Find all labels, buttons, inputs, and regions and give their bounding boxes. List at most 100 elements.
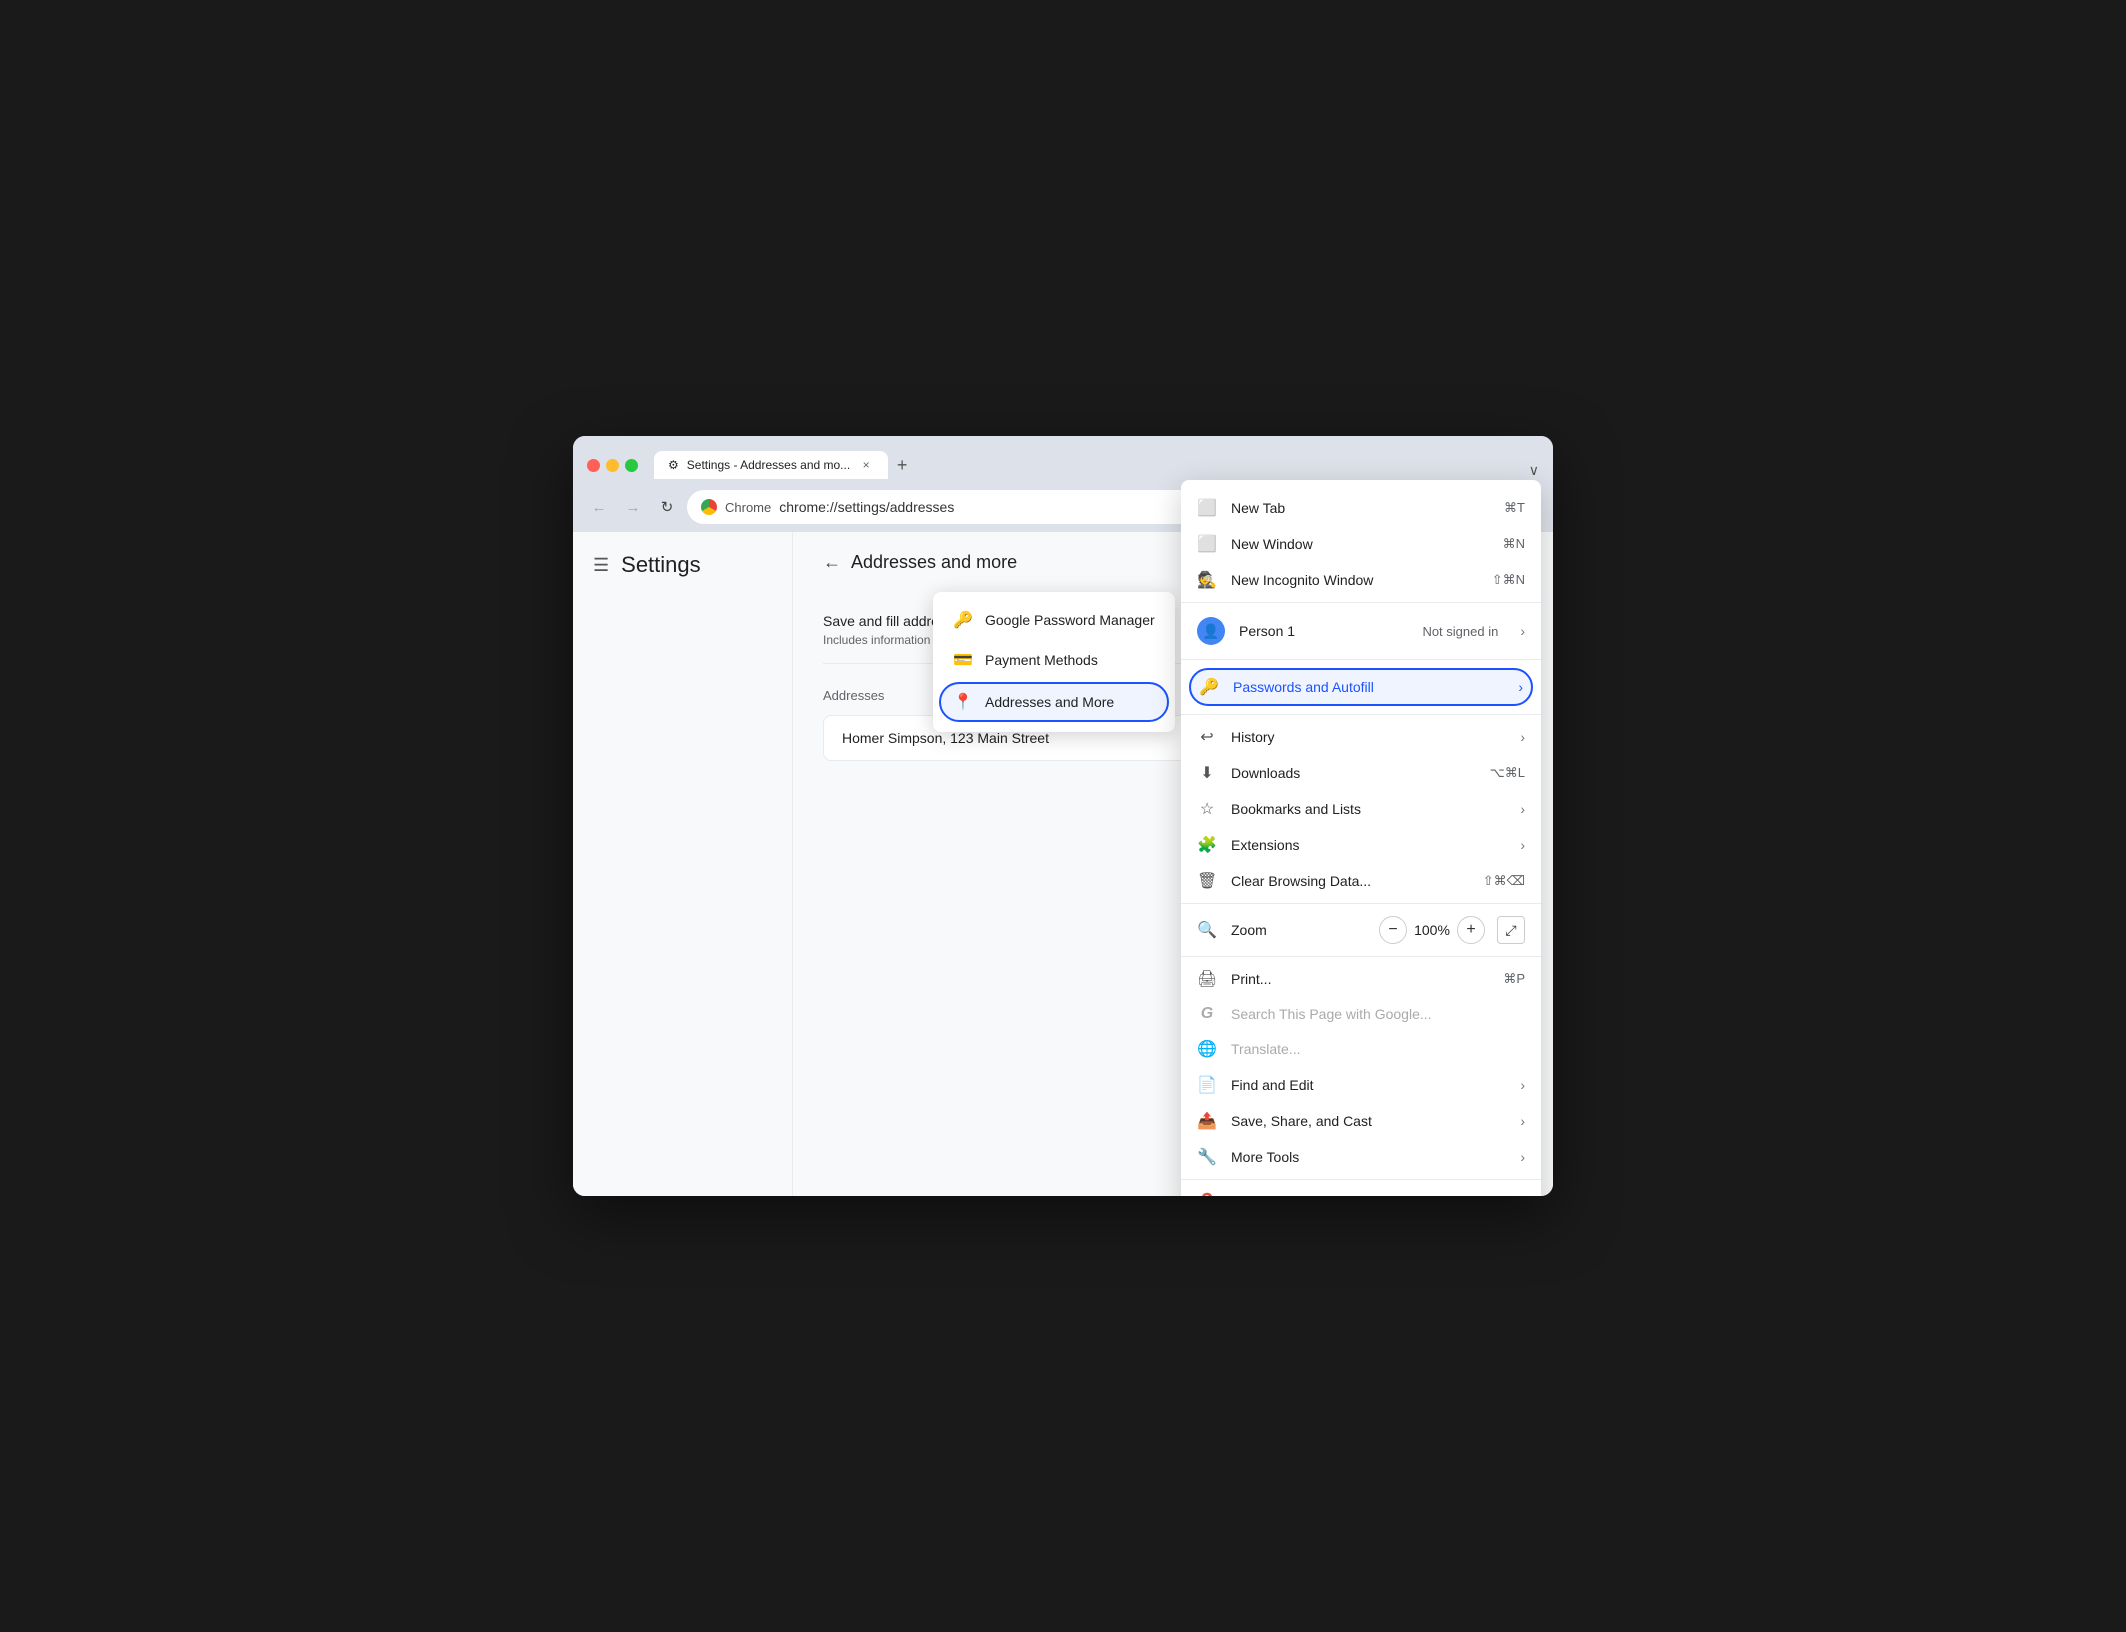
menu-item-find-edit[interactable]: 📄 Find and Edit ›	[1181, 1067, 1541, 1103]
menu-item-translate: 🌐 Translate...	[1181, 1031, 1541, 1067]
more-tools-icon: 🔧	[1197, 1147, 1217, 1167]
bookmarks-arrow-icon: ›	[1520, 801, 1525, 817]
menu-section-help: ❓ Help › ⚙ Settings ⌘,	[1181, 1180, 1541, 1196]
card-icon: 💳	[953, 650, 971, 670]
submenu-item-google-password-manager[interactable]: 🔑 Google Password Manager	[933, 600, 1175, 640]
menu-item-extensions[interactable]: 🧩 Extensions ›	[1181, 827, 1541, 863]
title-bar: ⚙ Settings - Addresses and mo... × + ∨	[573, 436, 1553, 484]
clear-browsing-label: Clear Browsing Data...	[1231, 873, 1469, 889]
menu-item-new-window[interactable]: ⬜ New Window ⌘N	[1181, 526, 1541, 562]
new-window-icon: ⬜	[1197, 534, 1217, 554]
menu-item-more-tools[interactable]: 🔧 More Tools ›	[1181, 1139, 1541, 1175]
menu-item-bookmarks[interactable]: ☆ Bookmarks and Lists ›	[1181, 791, 1541, 827]
find-edit-label: Find and Edit	[1231, 1077, 1506, 1093]
menu-item-new-tab[interactable]: ⬜ New Tab ⌘T	[1181, 490, 1541, 526]
menu-item-downloads[interactable]: ⬇ Downloads ⌥⌘L	[1181, 755, 1541, 791]
new-incognito-label: New Incognito Window	[1231, 572, 1478, 588]
menu-item-help[interactable]: ❓ Help ›	[1181, 1184, 1541, 1196]
zoom-icon: 🔍	[1197, 920, 1217, 940]
history-label: History	[1231, 729, 1506, 745]
new-incognito-shortcut: ⇧⌘N	[1492, 572, 1525, 588]
hamburger-icon[interactable]: ☰	[593, 555, 609, 576]
new-window-shortcut: ⌘N	[1503, 536, 1525, 552]
menu-item-clear-browsing[interactable]: 🗑 Clear Browsing Data... ⇧⌘⌫	[1181, 863, 1541, 899]
reload-button[interactable]: ↻	[653, 493, 681, 521]
new-tab-icon: ⬜	[1197, 498, 1217, 518]
menu-item-save-share[interactable]: 📤 Save, Share, and Cast ›	[1181, 1103, 1541, 1139]
minimize-button[interactable]	[606, 459, 619, 472]
more-tools-arrow-icon: ›	[1520, 1149, 1525, 1165]
menu-item-passwords-autofill[interactable]: 🔑 Passwords and Autofill ›	[1189, 668, 1533, 706]
zoom-minus-button[interactable]: −	[1379, 916, 1407, 944]
menu-section-passwords: 🔑 Passwords and Autofill ›	[1181, 660, 1541, 715]
new-tab-shortcut: ⌘T	[1504, 500, 1525, 516]
submenu-label-google-pm: Google Password Manager	[985, 612, 1155, 628]
active-tab[interactable]: ⚙ Settings - Addresses and mo... ×	[654, 451, 888, 479]
address-entry-text: Homer Simpson, 123 Main Street	[842, 730, 1049, 746]
tab-title: Settings - Addresses and mo...	[687, 458, 850, 472]
submenu-label-payment: Payment Methods	[985, 652, 1098, 668]
person-arrow-icon: ›	[1520, 623, 1525, 639]
menu-item-history[interactable]: ↩ History ›	[1181, 719, 1541, 755]
new-tab-button[interactable]: +	[888, 451, 916, 479]
new-window-label: New Window	[1231, 536, 1489, 552]
chrome-logo-icon	[701, 499, 717, 515]
submenu-item-addresses-more[interactable]: 📍 Addresses and More	[939, 682, 1169, 722]
person-row[interactable]: 👤 Person 1 Not signed in ›	[1181, 607, 1541, 655]
menu-section-browse: ↩ History › ⬇ Downloads ⌥⌘L ☆ Bookmarks …	[1181, 715, 1541, 904]
passwords-submenu: 🔑 Google Password Manager 💳 Payment Meth…	[933, 592, 1175, 732]
close-button[interactable]	[587, 459, 600, 472]
extensions-menu-icon: 🧩	[1197, 835, 1217, 855]
back-arrow-icon[interactable]: ←	[823, 552, 841, 573]
help-label: Help	[1231, 1194, 1506, 1196]
zoom-row: 🔍 Zoom − 100% + ⤢	[1181, 908, 1541, 952]
menu-section-new: ⬜ New Tab ⌘T ⬜ New Window ⌘N 🕵 New Incog…	[1181, 486, 1541, 603]
traffic-lights	[587, 459, 638, 472]
save-share-arrow-icon: ›	[1520, 1113, 1525, 1129]
url-text: chrome://settings/addresses	[779, 499, 954, 515]
print-label: Print...	[1231, 971, 1489, 987]
key-icon: 🔑	[953, 610, 971, 630]
bookmarks-icon: ☆	[1197, 799, 1217, 819]
page-heading: Addresses and more	[851, 552, 1017, 573]
help-arrow-icon: ›	[1520, 1194, 1525, 1196]
tab-favicon-icon: ⚙	[668, 458, 679, 472]
fullscreen-button[interactable]	[625, 459, 638, 472]
history-arrow-icon: ›	[1520, 729, 1525, 745]
history-icon: ↩	[1197, 727, 1217, 747]
translate-label: Translate...	[1231, 1041, 1525, 1057]
menu-item-new-incognito[interactable]: 🕵 New Incognito Window ⇧⌘N	[1181, 562, 1541, 598]
browser-window: ⚙ Settings - Addresses and mo... × + ∨ ←…	[573, 436, 1553, 1196]
location-pin-icon: 📍	[953, 692, 971, 712]
settings-page-title: Settings	[621, 552, 701, 578]
downloads-icon: ⬇	[1197, 763, 1217, 783]
back-button[interactable]: ←	[585, 493, 613, 521]
help-icon: ❓	[1197, 1192, 1217, 1196]
downloads-label: Downloads	[1231, 765, 1476, 781]
menu-section-zoom: 🔍 Zoom − 100% + ⤢	[1181, 904, 1541, 957]
more-tools-label: More Tools	[1231, 1149, 1506, 1165]
tab-expand-icon[interactable]: ∨	[1529, 462, 1539, 479]
zoom-plus-button[interactable]: +	[1457, 916, 1485, 944]
menu-item-print[interactable]: 🖨 Print... ⌘P	[1181, 961, 1541, 997]
downloads-shortcut: ⌥⌘L	[1490, 765, 1525, 781]
submenu-item-payment-methods[interactable]: 💳 Payment Methods	[933, 640, 1175, 680]
zoom-controls: − 100% + ⤢	[1379, 916, 1525, 944]
extensions-arrow-icon: ›	[1520, 837, 1525, 853]
google-g-icon: G	[1197, 1005, 1217, 1023]
passwords-autofill-label: Passwords and Autofill	[1233, 679, 1504, 695]
print-shortcut: ⌘P	[1503, 971, 1525, 987]
forward-button[interactable]: →	[619, 493, 647, 521]
tab-close-button[interactable]: ×	[858, 457, 874, 473]
new-tab-label: New Tab	[1231, 500, 1490, 516]
search-page-label: Search This Page with Google...	[1231, 1006, 1525, 1022]
submenu-label-addresses: Addresses and More	[985, 694, 1114, 710]
person-avatar-icon: 👤	[1197, 617, 1225, 645]
clear-browsing-shortcut: ⇧⌘⌫	[1483, 873, 1525, 889]
zoom-label: Zoom	[1231, 922, 1365, 938]
trash-icon: 🗑	[1197, 871, 1217, 891]
settings-header: ☰ Settings	[573, 552, 792, 598]
url-prefix: Chrome	[725, 500, 771, 515]
passwords-key-icon: 🔑	[1199, 677, 1219, 697]
zoom-fullscreen-button[interactable]: ⤢	[1497, 916, 1525, 944]
